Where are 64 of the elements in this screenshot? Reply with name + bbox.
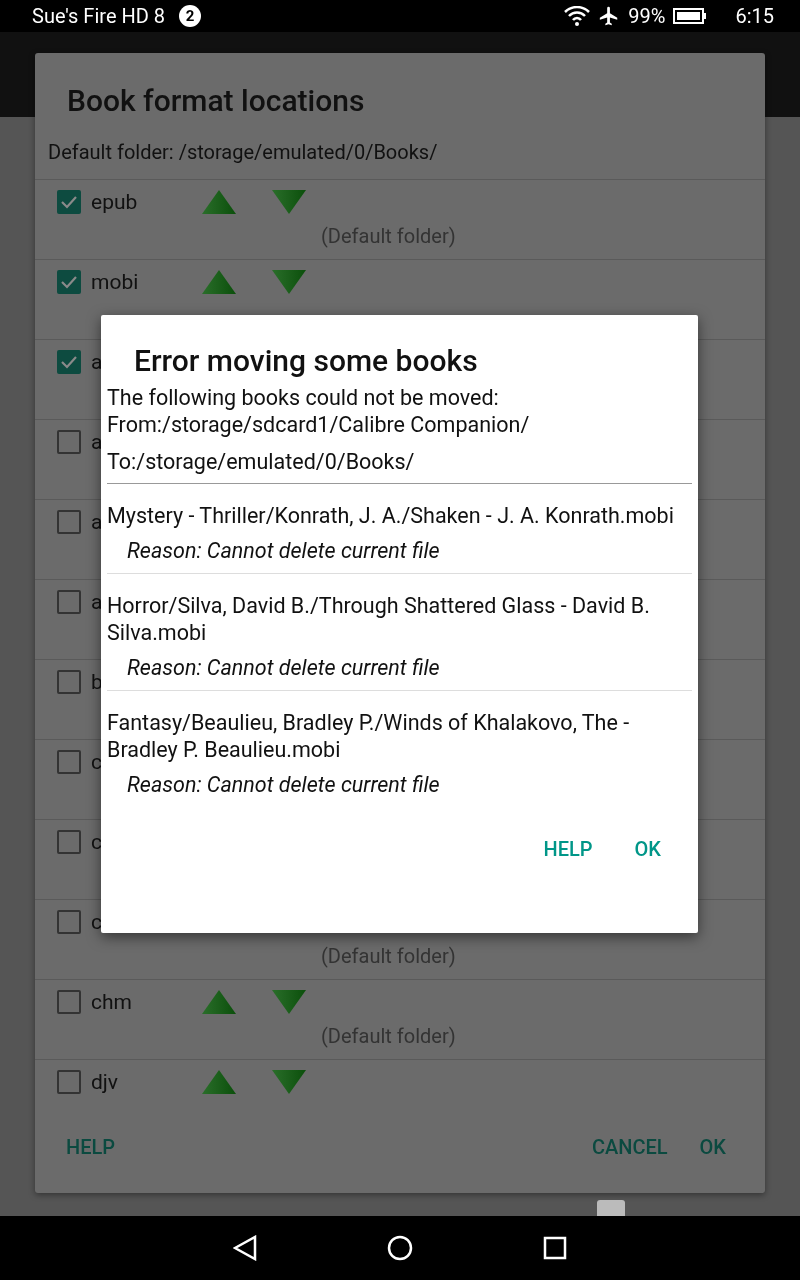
intro-text: The following books could not be moved: <box>107 384 500 411</box>
check-icon <box>61 275 77 289</box>
battery-icon <box>673 8 708 24</box>
checkbox[interactable] <box>57 190 81 214</box>
folder-location: (Default folder) <box>321 224 456 248</box>
dialog-button[interactable]: OK <box>623 829 672 869</box>
checkbox[interactable] <box>57 1070 81 1094</box>
check-icon <box>61 355 77 369</box>
dialog-button[interactable]: OK <box>688 1126 737 1167</box>
dialog-title: Book format locations <box>66 82 366 120</box>
book-path: Mystery - Thriller/Konrath, J. A./Shaken - J. A. Konrath.mobi <box>107 502 675 529</box>
book-path: Horror/Silva, David B./Through Shattered Glass - David B. Silva.mobi <box>107 592 651 646</box>
format-label: c <box>91 910 102 934</box>
help-button[interactable]: HELP <box>55 1126 127 1167</box>
format-label: a <box>91 350 103 374</box>
down-arrow-icon[interactable] <box>271 269 307 295</box>
back-icon[interactable] <box>233 1235 257 1261</box>
checkbox[interactable] <box>57 990 81 1014</box>
format-label: a <box>91 430 103 454</box>
checkbox[interactable] <box>57 830 81 854</box>
down-arrow-icon[interactable] <box>271 989 307 1015</box>
format-label: a <box>91 510 103 534</box>
up-arrow-icon[interactable] <box>201 269 237 295</box>
home-icon[interactable] <box>387 1235 413 1261</box>
to-path: To:/storage/emulated/0/Books/ <box>107 449 415 474</box>
failure-reason: Reason: Cannot delete current file <box>126 771 441 798</box>
checkbox[interactable] <box>57 270 81 294</box>
default-folder-label: Default folder: /storage/emulated/0/Books/ <box>35 130 765 180</box>
checkbox[interactable] <box>57 510 81 534</box>
checkbox[interactable] <box>57 590 81 614</box>
device-name: Sue's Fire HD 8 <box>32 4 166 28</box>
down-arrow-icon[interactable] <box>271 1069 307 1095</box>
format-label: a <box>91 590 103 614</box>
up-arrow-icon[interactable] <box>201 989 237 1015</box>
keyboard-toggle-icon[interactable] <box>597 1200 625 1216</box>
wifi-icon <box>564 6 591 26</box>
dialog-button[interactable]: HELP <box>532 829 604 869</box>
from-path: From:/storage/sdcard1/Calibre Companion/ <box>107 411 531 438</box>
dialog-button[interactable]: CANCEL <box>580 1126 679 1167</box>
folder-location: (Default folder) <box>321 1024 456 1048</box>
format-label: djv <box>91 1070 119 1094</box>
format-label: chm <box>91 990 132 1014</box>
failure-reason: Reason: Cannot delete current file <box>126 654 441 681</box>
format-label: c <box>91 750 102 774</box>
checkbox[interactable] <box>57 750 81 774</box>
check-icon <box>61 195 77 209</box>
up-arrow-icon[interactable] <box>201 1069 237 1095</box>
down-arrow-icon[interactable] <box>271 189 307 215</box>
format-label: epub <box>91 190 138 214</box>
failure-reason: Reason: Cannot delete current file <box>126 537 441 564</box>
notification-badge: 2 <box>179 5 202 27</box>
folder-location: (Default folder) <box>321 944 456 968</box>
battery-percent: 99% <box>628 4 666 28</box>
clock: 6:15 <box>735 4 774 28</box>
format-label: mobi <box>91 270 139 294</box>
book-path: Fantasy/Beaulieu, Bradley P./Winds of Khalakovo, The - Bradley P. Beaulieu.mobi <box>107 709 631 763</box>
checkbox[interactable] <box>57 350 81 374</box>
error-title: Error moving some books <box>134 343 479 378</box>
recents-icon[interactable] <box>543 1236 567 1260</box>
format-label: c <box>91 830 102 854</box>
checkbox[interactable] <box>57 670 81 694</box>
up-arrow-icon[interactable] <box>201 189 237 215</box>
checkbox[interactable] <box>57 910 81 934</box>
checkbox[interactable] <box>57 430 81 454</box>
